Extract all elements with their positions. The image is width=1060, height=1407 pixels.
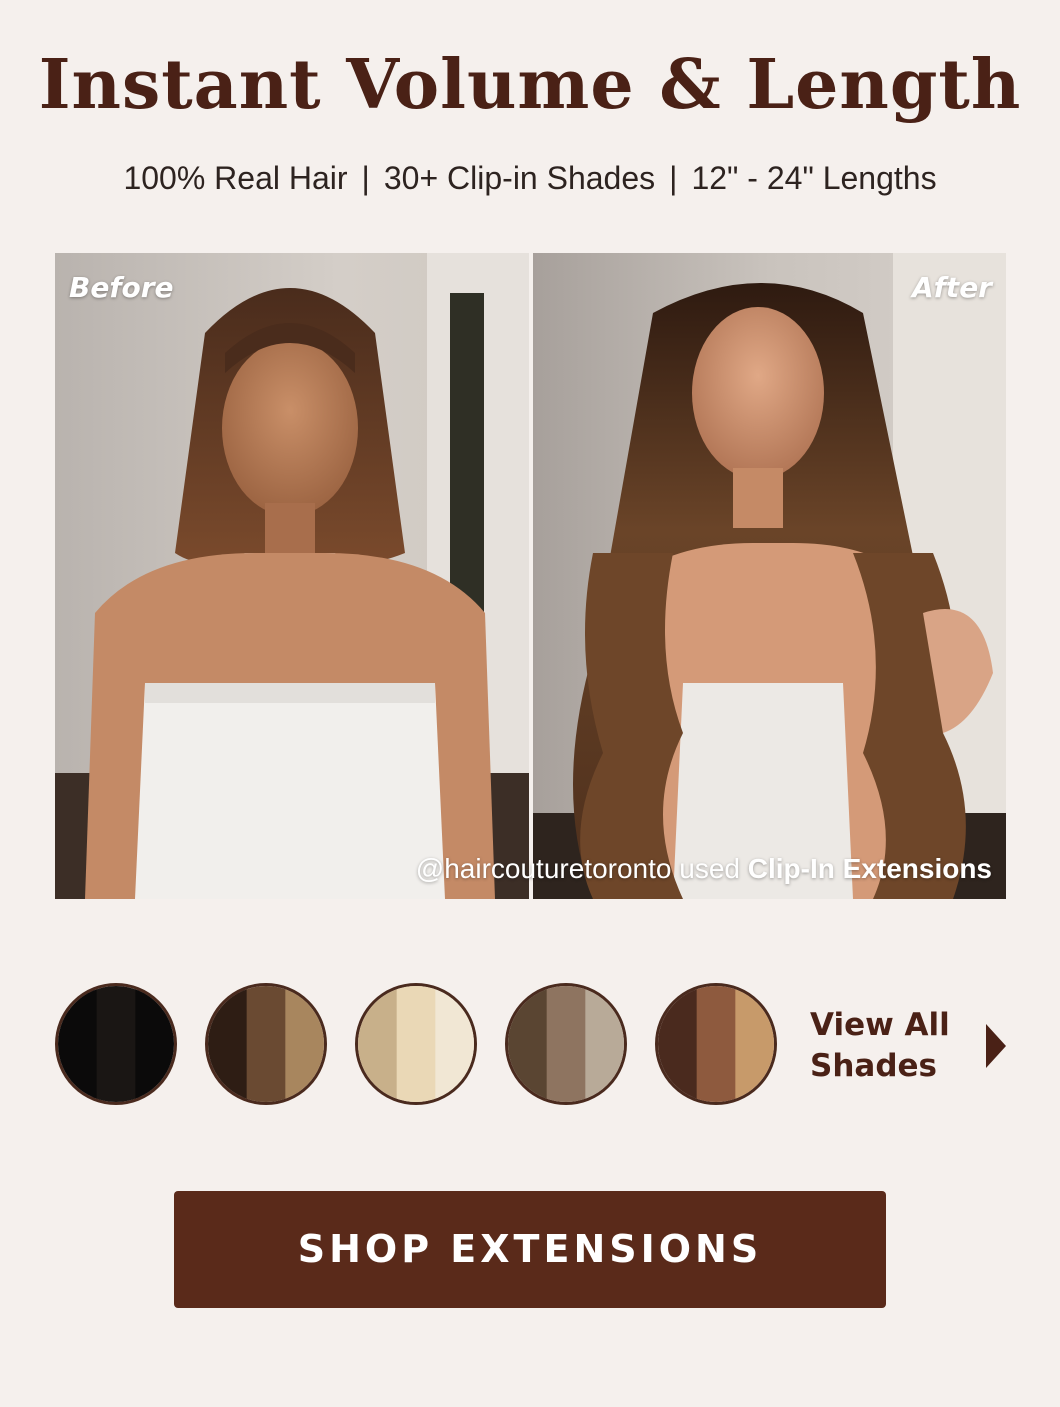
before-label: Before — [69, 271, 174, 304]
before-after-comparison: Before After @haircouturetoronto used Cl… — [55, 253, 1006, 899]
after-photo: After — [533, 253, 1006, 899]
credit-middle: used — [671, 853, 748, 884]
swatch-band — [58, 986, 98, 1102]
swatch-band — [435, 986, 474, 1102]
before-photo: Before — [55, 253, 529, 899]
swatch-band — [358, 986, 398, 1102]
feature-separator: | — [361, 160, 370, 196]
feature-lengths: 12" - 24" Lengths — [691, 160, 937, 196]
page-title: Instant Volume & Length — [38, 45, 1022, 125]
swatch-band — [658, 986, 698, 1102]
swatch-blonde[interactable] — [355, 983, 477, 1105]
brown-shade-fill — [208, 986, 324, 1102]
swatch-band — [735, 986, 774, 1102]
swatch-ash-brown[interactable] — [505, 983, 627, 1105]
swatch-band — [135, 986, 174, 1102]
swatch-band — [696, 986, 736, 1102]
swatch-chestnut[interactable] — [655, 983, 777, 1105]
swatch-band — [246, 986, 286, 1102]
swatch-band — [396, 986, 436, 1102]
view-all-shades-label: View All Shades — [810, 1007, 950, 1084]
shop-extensions-button[interactable]: SHOP EXTENSIONS — [174, 1191, 886, 1308]
black-shade-fill — [58, 986, 174, 1102]
view-all-shades-link[interactable]: View All Shades — [810, 1005, 1006, 1091]
chestnut-shade-fill — [658, 986, 774, 1102]
swatch-band — [96, 986, 136, 1102]
feature-real-hair: 100% Real Hair — [123, 160, 348, 196]
credit-product-link[interactable]: Clip-In Extensions — [748, 853, 992, 884]
ash-brown-shade-fill — [508, 986, 624, 1102]
after-photo-image — [533, 253, 1006, 899]
swatch-band — [508, 986, 548, 1102]
swatch-brown[interactable] — [205, 983, 327, 1105]
shade-swatches: View All Shades — [55, 983, 1006, 1111]
before-photo-image — [55, 253, 529, 899]
swatch-band — [285, 986, 324, 1102]
swatch-band — [585, 986, 624, 1102]
feature-shades: 30+ Clip-in Shades — [383, 160, 656, 196]
feature-bar: 100% Real Hair | 30+ Clip-in Shades | 12" - … — [0, 156, 1060, 200]
credit-handle: @haircouturetoronto — [415, 853, 672, 884]
blonde-shade-fill — [358, 986, 474, 1102]
after-label: After — [911, 271, 992, 304]
swatch-black[interactable] — [55, 983, 177, 1105]
swatch-band — [546, 986, 586, 1102]
chevron-right-icon — [986, 1024, 1006, 1068]
swatch-band — [208, 986, 248, 1102]
photo-credit: @haircouturetoronto used Clip-In Extensi… — [416, 853, 992, 885]
feature-separator: | — [669, 160, 678, 196]
